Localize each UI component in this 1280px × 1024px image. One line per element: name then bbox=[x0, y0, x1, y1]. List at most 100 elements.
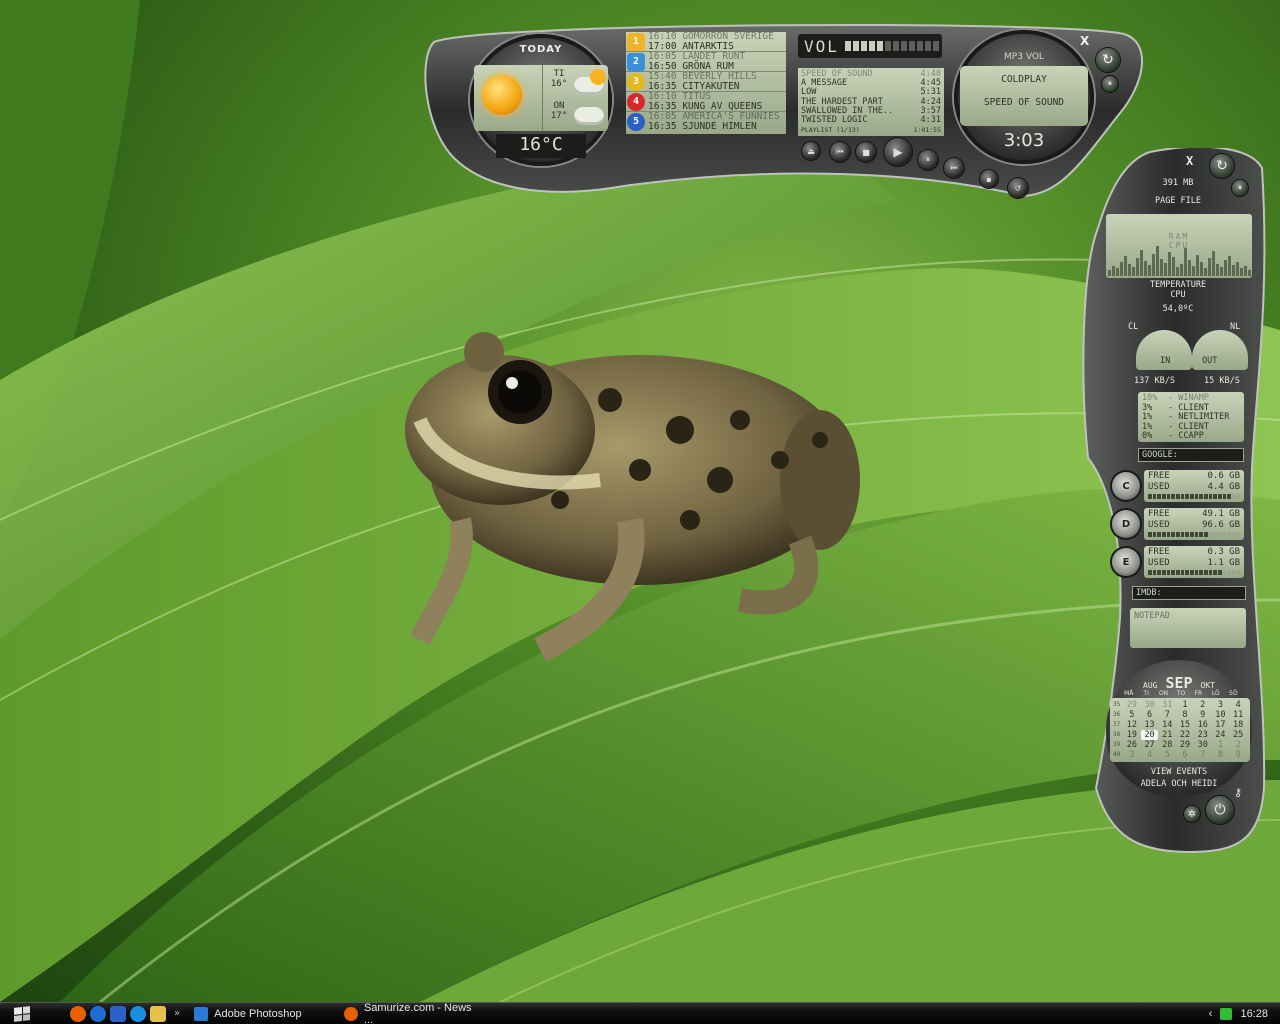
calendar-day[interactable]: 9 bbox=[1194, 710, 1212, 720]
graph-bar bbox=[1148, 265, 1151, 276]
calendar-day[interactable]: 6 bbox=[1176, 750, 1194, 760]
power-icon[interactable]: ⏻ bbox=[1206, 796, 1234, 824]
calendar-day[interactable]: 10 bbox=[1212, 710, 1230, 720]
calendar-day[interactable]: 8 bbox=[1176, 710, 1194, 720]
taskbar-button-firefox[interactable]: Samurize.com - News ... bbox=[338, 1002, 488, 1024]
calendar-day[interactable]: 6 bbox=[1141, 710, 1159, 720]
start-button[interactable] bbox=[0, 1003, 44, 1024]
calendar-day[interactable]: 1 bbox=[1176, 700, 1194, 710]
calendar-day[interactable]: 9 bbox=[1229, 750, 1247, 760]
calendar-day[interactable]: 15 bbox=[1176, 720, 1194, 730]
repeat-icon[interactable]: ↺ bbox=[1008, 178, 1028, 198]
volume-icon[interactable]: ▪ bbox=[980, 170, 998, 188]
drive-c-button[interactable]: C bbox=[1112, 472, 1140, 500]
nl-button[interactable]: NL bbox=[1230, 322, 1240, 332]
ie-icon[interactable] bbox=[90, 1005, 106, 1022]
calendar-day[interactable]: 7 bbox=[1194, 750, 1212, 760]
clock[interactable]: 16:28 bbox=[1240, 1008, 1268, 1020]
calendar-day[interactable]: 5 bbox=[1123, 710, 1141, 720]
calendar-day[interactable]: 20 bbox=[1140, 730, 1159, 740]
key-icon[interactable]: ⚷ bbox=[1234, 786, 1242, 799]
quick-launch-chevron-icon[interactable]: » bbox=[174, 1008, 180, 1019]
calendar-day[interactable]: 13 bbox=[1141, 720, 1159, 730]
graph-bar bbox=[1124, 256, 1127, 276]
calendar-day[interactable]: 29 bbox=[1176, 740, 1194, 750]
refresh-icon[interactable]: ↻ bbox=[1096, 48, 1120, 72]
eject-icon[interactable]: ⏏ bbox=[802, 142, 820, 160]
calendar-day[interactable]: 3 bbox=[1123, 750, 1141, 760]
calendar-day[interactable]: 1 bbox=[1212, 740, 1230, 750]
tv-row[interactable]: 2 16:05 LANDET RUNT 16:50 GRÖNA RUM bbox=[626, 52, 786, 72]
calendar-day[interactable]: 29 bbox=[1123, 700, 1141, 710]
weather-dial[interactable]: TODAY TI 16° ON 17° 16°C bbox=[470, 34, 612, 166]
pause-widget-icon[interactable]: ⏸ bbox=[1232, 180, 1248, 196]
calendar-day[interactable]: 4 bbox=[1229, 700, 1247, 710]
taskbar-button-photoshop[interactable]: Adobe Photoshop bbox=[188, 1004, 338, 1024]
previous-icon[interactable]: ⏮ bbox=[830, 142, 850, 162]
drive-d-button[interactable]: D bbox=[1112, 510, 1140, 538]
stop-icon[interactable]: ■ bbox=[856, 142, 876, 162]
notepad[interactable]: NOTEPAD bbox=[1130, 608, 1246, 648]
weekday-header: MÅ TI ON TO FR LÖ SÖ bbox=[1120, 690, 1242, 697]
playlist-item[interactable]: SPEED OF SOUND 4:48 bbox=[801, 69, 941, 79]
calendar-day[interactable]: 14 bbox=[1158, 720, 1176, 730]
imdb-search-input[interactable]: IMDB: bbox=[1132, 586, 1246, 600]
playlist-item[interactable]: A MESSAGE 4:45 bbox=[801, 78, 941, 88]
drive-e-button[interactable]: E bbox=[1112, 548, 1140, 576]
calendar-day[interactable]: 25 bbox=[1229, 730, 1247, 740]
calendar-day[interactable]: 2 bbox=[1194, 700, 1212, 710]
tray-icon[interactable] bbox=[1220, 1007, 1233, 1020]
close-icon[interactable]: X bbox=[1186, 154, 1193, 168]
pause-widget-icon[interactable]: ⏸ bbox=[1102, 76, 1118, 92]
google-search-input[interactable]: GOOGLE: bbox=[1138, 448, 1244, 462]
calendar-day[interactable]: 16 bbox=[1194, 720, 1212, 730]
calendar-day[interactable]: 27 bbox=[1141, 740, 1159, 750]
calendar-day[interactable]: 30 bbox=[1141, 700, 1159, 710]
calendar-day[interactable]: 8 bbox=[1212, 750, 1230, 760]
calendar-day[interactable]: 31 bbox=[1158, 700, 1176, 710]
calendar-day[interactable]: 23 bbox=[1194, 730, 1212, 740]
calendar-day[interactable]: 2 bbox=[1229, 740, 1247, 750]
play-icon[interactable]: ▶ bbox=[884, 138, 912, 166]
calendar-day[interactable]: 11 bbox=[1229, 710, 1247, 720]
calendar-day[interactable]: 24 bbox=[1212, 730, 1230, 740]
ie-alt-icon[interactable] bbox=[130, 1005, 146, 1022]
refresh-icon[interactable]: ↻ bbox=[1210, 154, 1234, 178]
folder-icon[interactable] bbox=[150, 1005, 166, 1022]
calendar-day[interactable]: 18 bbox=[1229, 720, 1247, 730]
cpu-temperature: 54,0ºC bbox=[1162, 304, 1194, 314]
calendar-day[interactable]: 21 bbox=[1158, 730, 1176, 740]
calendar-day[interactable]: 7 bbox=[1158, 710, 1176, 720]
calendar-day[interactable]: 4 bbox=[1141, 750, 1159, 760]
tray-expand-icon[interactable]: ‹ bbox=[1209, 1008, 1213, 1020]
tv-row[interactable]: 3 15:40 BEVERLY HILLS 16:35 CITYAKUTEN bbox=[626, 72, 786, 92]
tv-row[interactable]: 5 16:05 AMERICA'S FUNNIES 16:35 SJUNDE HI… bbox=[626, 112, 786, 132]
calendar-day[interactable]: 30 bbox=[1194, 740, 1212, 750]
calendar-day[interactable]: 3 bbox=[1212, 700, 1230, 710]
view-events-link[interactable]: VIEW EVENTS bbox=[1106, 766, 1252, 778]
graph-bar bbox=[1192, 266, 1195, 276]
tv-row[interactable]: 4 16:10 TITUS 16:35 KUNG AV QUEENS bbox=[626, 92, 786, 112]
next-month-button[interactable]: OKT bbox=[1201, 681, 1215, 690]
close-icon[interactable]: X bbox=[1080, 34, 1089, 48]
calendar-day[interactable]: 28 bbox=[1158, 740, 1176, 750]
prev-month-button[interactable]: AUG bbox=[1143, 681, 1157, 690]
calendar-day[interactable]: 22 bbox=[1176, 730, 1194, 740]
calendar-day[interactable]: 12 bbox=[1123, 720, 1141, 730]
volume-segment bbox=[876, 41, 883, 51]
firefox-icon[interactable] bbox=[70, 1005, 86, 1022]
volume-display[interactable]: VOL bbox=[798, 34, 942, 58]
sun-icon bbox=[482, 75, 522, 115]
disk-usage-bar bbox=[1148, 494, 1241, 499]
pause-icon[interactable]: ⏸ bbox=[918, 150, 938, 170]
calendar-day[interactable]: 19 bbox=[1123, 730, 1141, 740]
next-icon[interactable]: ⏭ bbox=[944, 158, 964, 178]
calendar-day[interactable]: 17 bbox=[1212, 720, 1230, 730]
tv-row[interactable]: 1 16:10 GOMORRON SVERIGE 17:00 ANTARKTIS bbox=[626, 32, 786, 52]
outlook-icon[interactable] bbox=[110, 1005, 126, 1022]
cl-button[interactable]: CL bbox=[1128, 322, 1138, 332]
calendar-day[interactable]: 5 bbox=[1158, 750, 1176, 760]
playlist-item[interactable]: TWISTED LOGIC 4:31 bbox=[801, 115, 941, 125]
settings-icon[interactable]: ✲ bbox=[1184, 806, 1200, 822]
calendar-day[interactable]: 26 bbox=[1123, 740, 1141, 750]
